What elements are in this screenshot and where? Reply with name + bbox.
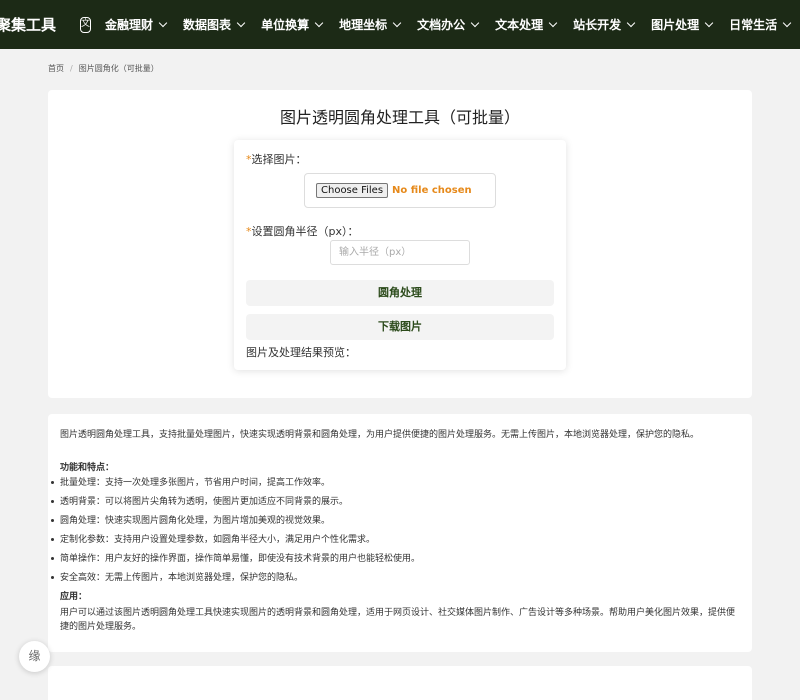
chevron-down-icon xyxy=(782,18,792,28)
intro-text: 图片透明圆角处理工具，支持批量处理图片，快速实现透明背景和圆角处理，为用户提供便… xyxy=(60,430,700,440)
chevron-down-icon xyxy=(392,18,402,28)
choose-files-button[interactable]: Choose Files xyxy=(316,183,389,198)
download-button[interactable]: 下载图片 xyxy=(246,314,554,340)
top-navbar: 聚集工具 文 金融理财 数据图表 单位换算 地理坐标 文档办公 文本处理 站长开… xyxy=(0,0,800,49)
translate-icon[interactable]: 文 xyxy=(80,16,92,33)
chevron-down-icon xyxy=(314,18,324,28)
usage-heading: 应用： xyxy=(60,592,88,602)
breadcrumb: 首页 / 图片圆角化（可批量） xyxy=(48,63,159,74)
nav-item-label: 数据图表 xyxy=(183,18,232,32)
nav-item-label: 日常生活 xyxy=(729,18,778,32)
breadcrumb-current: 图片圆角化（可批量） xyxy=(78,64,159,73)
chevron-down-icon xyxy=(236,18,246,28)
nav-item-image[interactable]: 图片处理 xyxy=(651,16,714,33)
nav-item-label: 文本处理 xyxy=(495,18,544,32)
list-item: 简单操作：用户友好的操作界面，操作简单易懂，即使没有技术背景的用户也能轻松使用。 xyxy=(51,552,420,571)
info-card: 图片透明圆角处理工具，支持批量处理图片，快速实现透明背景和圆角处理，为用户提供便… xyxy=(48,414,752,652)
list-item: 透明背景：可以将图片尖角转为透明，使图片更加适应不同背景的展示。 xyxy=(51,495,420,514)
nav-item-label: 站长开发 xyxy=(573,18,622,32)
nav-item-charts[interactable]: 数据图表 xyxy=(183,16,246,33)
nav-item-units[interactable]: 单位换算 xyxy=(261,16,324,33)
nav-item-label: 文档办公 xyxy=(417,18,466,32)
nav-item-label: 图片处理 xyxy=(651,18,700,32)
form-panel: *选择图片： Choose Files No file chosen *设置圆角… xyxy=(234,140,566,370)
file-input-box: Choose Files No file chosen xyxy=(304,173,496,208)
radius-label-text: 设置圆角半径（px）： xyxy=(251,225,359,238)
chevron-down-icon xyxy=(158,18,168,28)
nav-item-label: 地理坐标 xyxy=(339,18,388,32)
file-status-text: No file chosen xyxy=(392,185,472,196)
chevron-down-icon xyxy=(548,18,558,28)
floating-badge-button[interactable]: 缘 xyxy=(19,641,50,672)
nav-item-geo[interactable]: 地理坐标 xyxy=(339,16,402,33)
breadcrumb-separator: / xyxy=(70,64,73,73)
breadcrumb-home-link[interactable]: 首页 xyxy=(48,63,64,74)
list-item: 圆角处理：快速实现图片圆角化处理，为图片增加美观的视觉效果。 xyxy=(51,514,420,533)
nav-item-daily[interactable]: 日常生活 xyxy=(729,16,792,33)
nav-item-finance[interactable]: 金融理财 xyxy=(105,16,168,33)
nav-item-office[interactable]: 文档办公 xyxy=(417,16,480,33)
nav-item-text[interactable]: 文本处理 xyxy=(495,16,558,33)
chevron-down-icon xyxy=(626,18,636,28)
round-corner-button[interactable]: 圆角处理 xyxy=(246,280,554,306)
list-item: 定制化参数：支持用户设置处理参数，如圆角半径大小，满足用户个性化需求。 xyxy=(51,533,420,552)
file-label-text: 选择图片： xyxy=(251,153,307,166)
features-heading: 功能和特点： xyxy=(60,463,115,473)
preview-label: 图片及处理结果预览： xyxy=(246,346,356,359)
usage-text: 用户可以通过该图片透明圆角处理工具快速实现图片的透明背景和圆角处理，适用于网页设… xyxy=(60,608,736,632)
chevron-down-icon xyxy=(470,18,480,28)
nav-item-label: 金融理财 xyxy=(105,18,154,32)
feature-list: 批量处理：支持一次处理多张图片，节省用户时间，提高工作效率。 透明背景：可以将图… xyxy=(51,476,420,590)
nav-item-webdev[interactable]: 站长开发 xyxy=(573,16,636,33)
list-item: 安全高效：无需上传图片，本地浏览器处理，保护您的隐私。 xyxy=(51,571,420,590)
site-logo[interactable]: 聚集工具 xyxy=(0,14,56,35)
tool-card: 图片透明圆角处理工具（可批量） *选择图片： Choose Files No f… xyxy=(48,90,752,398)
chevron-down-icon xyxy=(704,18,714,28)
list-item: 批量处理：支持一次处理多张图片，节省用户时间，提高工作效率。 xyxy=(51,476,420,495)
radius-field-label: *设置圆角半径（px）： xyxy=(246,223,359,239)
nav-item-label: 单位换算 xyxy=(261,18,310,32)
file-field-label: *选择图片： xyxy=(246,151,307,167)
bottom-card xyxy=(48,666,752,700)
page-title: 图片透明圆角处理工具（可批量） xyxy=(279,108,520,127)
radius-input[interactable] xyxy=(330,240,470,265)
